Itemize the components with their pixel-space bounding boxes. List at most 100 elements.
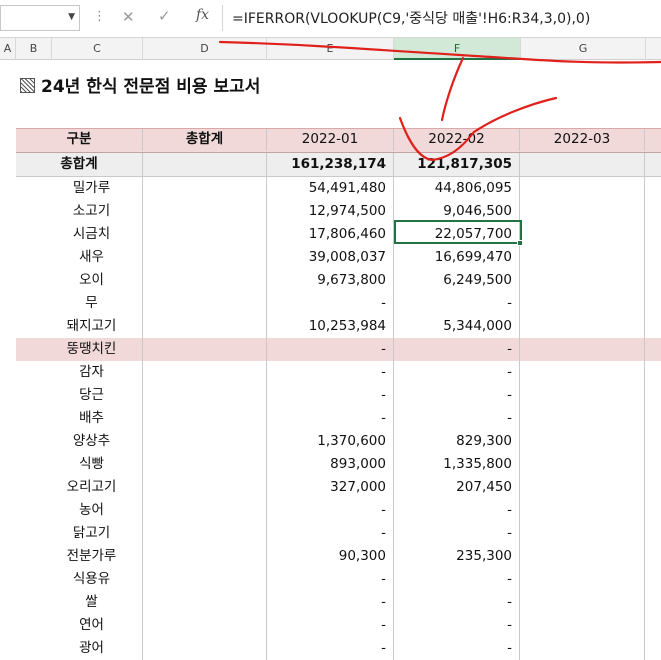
cell-empty[interactable] [645,384,661,407]
cell-month-3[interactable] [520,407,645,430]
cell-month-1[interactable]: 893,000 [267,453,394,476]
cell-empty[interactable] [645,361,661,384]
cell-month-1[interactable]: - [267,384,394,407]
cell-empty[interactable] [645,499,661,522]
cell-month-1[interactable]: - [267,568,394,591]
cell-label[interactable]: 돼지고기 [16,315,143,338]
cell-month-2[interactable]: 5,344,000 [394,315,520,338]
cell-month-3[interactable] [520,476,645,499]
cell-month-3[interactable] [520,153,645,176]
cell-label[interactable]: 새우 [16,246,143,269]
cell-empty[interactable] [645,177,661,200]
cell-month-3[interactable] [520,499,645,522]
cell-label[interactable]: 오리고기 [16,476,143,499]
report-title[interactable]: 24년 한식 전문점 비용 보고서 [20,72,260,97]
cell-empty[interactable] [645,407,661,430]
cell-label[interactable]: 쌀 [16,591,143,614]
cell-month-2[interactable]: - [394,292,520,315]
cell-total[interactable] [143,246,267,269]
cell-month-2[interactable]: - [394,499,520,522]
cell-month-2[interactable]: - [394,407,520,430]
cell-total[interactable] [143,223,267,246]
name-box[interactable]: ▼ [0,5,80,31]
cell-month-1[interactable]: 9,673,800 [267,269,394,292]
cell-month-3[interactable] [520,269,645,292]
cell-month-1[interactable]: 90,300 [267,545,394,568]
cell-month-3[interactable] [520,223,645,246]
cell-empty[interactable] [645,522,661,545]
cell-month-2[interactable]: 235,300 [394,545,520,568]
cell-month-3[interactable] [520,177,645,200]
insert-function-button[interactable]: fx [196,7,209,23]
cell-label[interactable]: 구분 [16,129,143,151]
cell-label[interactable]: 배추 [16,407,143,430]
cell-empty[interactable] [645,246,661,269]
check-icon[interactable]: ✓ [158,7,171,25]
cell-empty[interactable] [645,637,661,660]
column-header-d[interactable]: D [143,38,267,60]
cell-total[interactable] [143,315,267,338]
cell-label[interactable]: 오이 [16,269,143,292]
cell-label[interactable]: 연어 [16,614,143,637]
cell-month-3[interactable] [520,315,645,338]
cell-empty[interactable] [645,223,661,246]
cell-month-2[interactable]: 1,335,800 [394,453,520,476]
cell-label[interactable]: 농어 [16,499,143,522]
cell-total[interactable] [143,153,267,176]
cell-label[interactable]: 감자 [16,361,143,384]
cell-month-1[interactable]: - [267,361,394,384]
cell-month-3[interactable]: 2022-03 [520,129,645,151]
cell-month-1[interactable]: - [267,614,394,637]
cell-month-1[interactable]: 12,974,500 [267,200,394,223]
cell-empty[interactable] [645,338,661,361]
cell-month-2[interactable]: - [394,614,520,637]
cell-empty[interactable] [645,430,661,453]
column-header-a[interactable]: A [0,38,16,60]
column-header-f[interactable]: F [394,38,521,60]
fill-handle[interactable] [517,240,523,246]
cell-month-3[interactable] [520,292,645,315]
cell-month-3[interactable] [520,338,645,361]
chevron-down-icon[interactable]: ▼ [68,12,75,22]
cell-empty[interactable] [645,315,661,338]
cell-month-2[interactable]: 22,057,700 [394,223,520,246]
cell-total[interactable] [143,384,267,407]
cell-month-3[interactable] [520,361,645,384]
cell-total[interactable] [143,522,267,545]
cell-empty[interactable] [645,153,661,176]
cell-month-2[interactable]: - [394,338,520,361]
cell-total[interactable] [143,637,267,660]
cell-month-1[interactable]: - [267,637,394,660]
cell-label[interactable]: 소고기 [16,200,143,223]
cell-total[interactable] [143,361,267,384]
cell-label[interactable]: 전분가루 [16,545,143,568]
cell-month-3[interactable] [520,614,645,637]
cell-month-2[interactable]: 121,817,305 [394,153,520,176]
cell-month-3[interactable] [520,200,645,223]
cell-label[interactable]: 무 [16,292,143,315]
column-header-c[interactable]: C [52,38,143,60]
cell-empty[interactable] [645,614,661,637]
cell-label[interactable]: 닭고기 [16,522,143,545]
cell-total[interactable] [143,499,267,522]
cell-empty[interactable] [645,453,661,476]
cell-month-2[interactable]: 829,300 [394,430,520,453]
cell-month-3[interactable] [520,384,645,407]
cell-total[interactable] [143,338,267,361]
cell-month-2[interactable]: 9,046,500 [394,200,520,223]
cell-month-3[interactable] [520,591,645,614]
cell-empty[interactable] [645,292,661,315]
cell-label[interactable]: 식용유 [16,568,143,591]
cell-total[interactable] [143,407,267,430]
cell-total[interactable] [143,200,267,223]
cell-empty[interactable] [645,591,661,614]
cell-label[interactable]: 뚱땡치킨 [16,338,143,361]
cell-month-1[interactable]: 10,253,984 [267,315,394,338]
column-header-b[interactable]: B [16,38,52,60]
cell-month-3[interactable] [520,545,645,568]
cell-total[interactable] [143,591,267,614]
cell-month-1[interactable]: - [267,499,394,522]
cell-month-1[interactable]: - [267,292,394,315]
cell-total[interactable] [143,292,267,315]
cell-empty[interactable] [645,129,661,151]
